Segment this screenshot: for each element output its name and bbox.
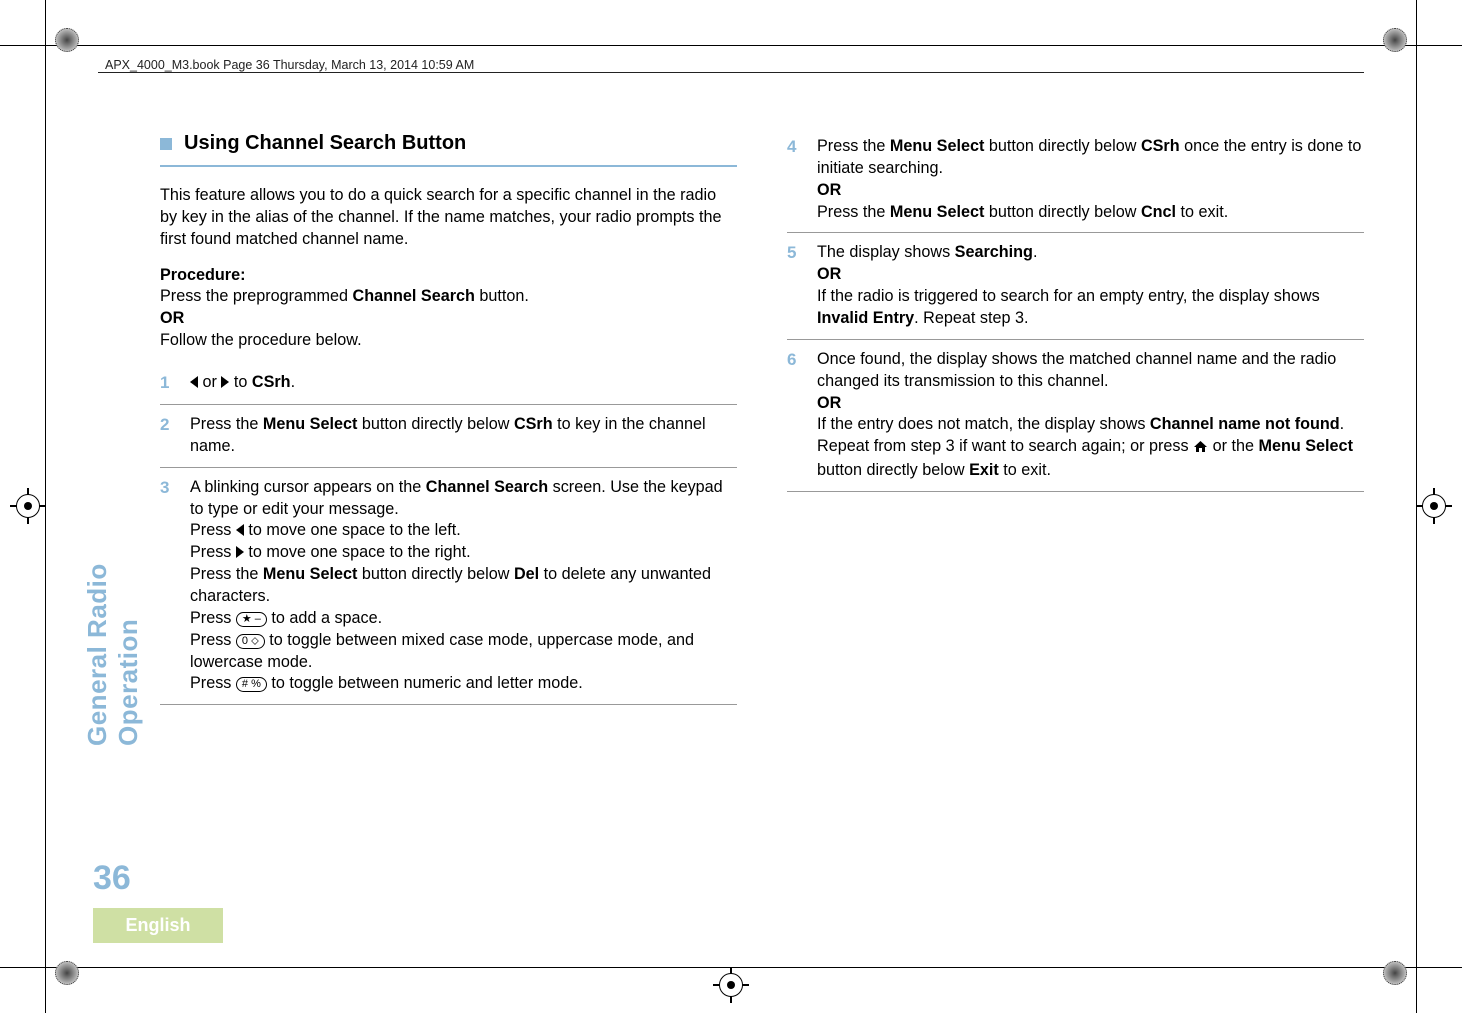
step3-line: Press # % to toggle between numeric and … <box>190 673 737 695</box>
keypad-zero-icon: 0 ⬦ <box>236 634 265 649</box>
page-content: Using Channel Search Button This feature… <box>160 130 1364 708</box>
book-header-text: APX_4000_M3.book Page 36 Thursday, March… <box>105 58 474 72</box>
step-divider <box>160 704 737 705</box>
step-body: Once found, the display shows the matche… <box>817 349 1364 482</box>
header-rule <box>98 72 1364 73</box>
step-number: 4 <box>787 136 803 223</box>
step-divider <box>787 491 1364 492</box>
section-name: General Radio Operation <box>82 456 144 746</box>
step-3: 3 A blinking cursor appears on the Chann… <box>160 471 737 702</box>
step-body: Press the Menu Select button directly be… <box>817 136 1364 223</box>
nav-left-icon <box>190 376 198 388</box>
step-divider <box>787 232 1364 233</box>
step-number: 1 <box>160 372 176 395</box>
home-icon <box>1193 438 1208 460</box>
page-number: 36 <box>93 859 131 898</box>
registration-mark-icon <box>10 488 46 524</box>
step-number: 2 <box>160 414 176 458</box>
step-5: 5 The display shows Searching. OR If the… <box>787 236 1364 335</box>
or-label: OR <box>817 181 841 199</box>
keypad-star-icon: ★ – <box>236 612 267 627</box>
corner-mark-icon <box>1383 961 1407 985</box>
registration-mark-icon <box>713 967 749 1003</box>
step-body: The display shows Searching. OR If the r… <box>817 242 1364 329</box>
step-number: 6 <box>787 349 803 482</box>
step-4: 4 Press the Menu Select button directly … <box>787 130 1364 229</box>
step3-line: Press to move one space to the left. <box>190 520 737 542</box>
side-label: General Radio Operation <box>88 395 128 893</box>
right-column: 4 Press the Menu Select button directly … <box>787 130 1364 708</box>
step-divider <box>160 404 737 405</box>
intro-text: This feature allows you to do a quick se… <box>160 185 737 251</box>
step-body: or to CSrh. <box>190 372 737 395</box>
procedure-text: Press the preprogrammed Channel Search b… <box>160 287 529 305</box>
step-number: 3 <box>160 477 176 696</box>
step-1: 1 or to CSrh. <box>160 366 737 401</box>
step3-line: A blinking cursor appears on the Channel… <box>190 477 737 521</box>
step-body: A blinking cursor appears on the Channel… <box>190 477 737 696</box>
step3-line: Press ★ – to add a space. <box>190 608 737 630</box>
or-label: OR <box>817 265 841 283</box>
step-2: 2 Press the Menu Select button directly … <box>160 408 737 464</box>
nav-right-icon <box>236 546 244 558</box>
procedure-alt: Follow the procedure below. <box>160 331 362 349</box>
step-divider <box>160 467 737 468</box>
step3-line: Press the Menu Select button directly be… <box>190 564 737 608</box>
or-label: OR <box>817 394 841 412</box>
corner-mark-icon <box>55 961 79 985</box>
registration-mark-icon <box>1416 488 1452 524</box>
step-number: 5 <box>787 242 803 329</box>
or-label: OR <box>160 309 184 327</box>
language-badge: English <box>93 908 223 943</box>
step-6: 6 Once found, the display shows the matc… <box>787 343 1364 488</box>
step3-line: Press 0 ⬦ to toggle between mixed case m… <box>190 630 737 674</box>
procedure-block: Procedure: Press the preprogrammed Chann… <box>160 265 737 352</box>
corner-mark-icon <box>55 28 79 52</box>
step-divider <box>787 339 1364 340</box>
bullet-square-icon <box>160 138 172 150</box>
nav-left-icon <box>236 524 244 536</box>
heading-underline <box>160 165 737 167</box>
section-heading: Using Channel Search Button <box>160 130 737 157</box>
language-label: English <box>125 915 190 936</box>
procedure-label: Procedure: <box>160 266 245 284</box>
section-title-text: Using Channel Search Button <box>184 130 466 157</box>
step3-line: Press to move one space to the right. <box>190 542 737 564</box>
left-column: Using Channel Search Button This feature… <box>160 130 737 708</box>
step-body: Press the Menu Select button directly be… <box>190 414 737 458</box>
corner-mark-icon <box>1383 28 1407 52</box>
keypad-hash-icon: # % <box>236 677 267 692</box>
crop-line-top <box>0 0 1462 46</box>
